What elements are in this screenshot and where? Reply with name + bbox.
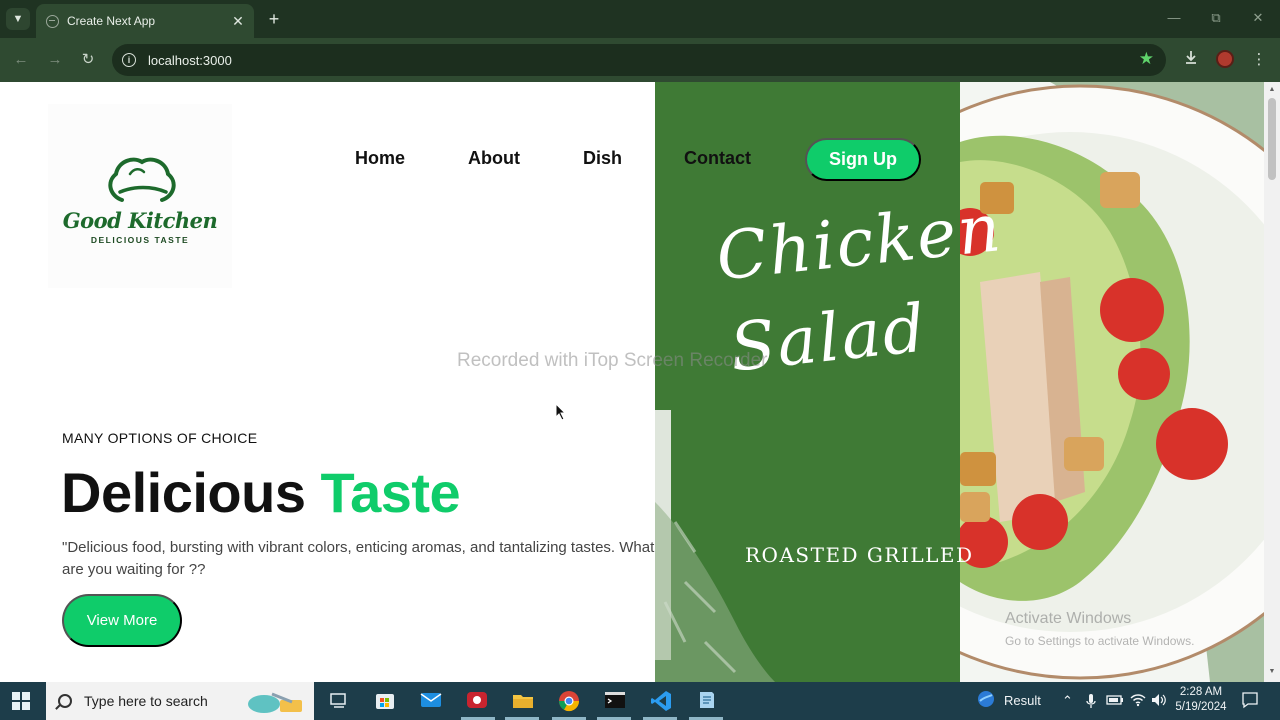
banner-subtitle: ROASTED GRILLED xyxy=(745,543,974,567)
logo-tagline: DELICIOUS TASTE xyxy=(90,235,190,245)
wifi-icon[interactable] xyxy=(1130,693,1146,710)
browser-tab[interactable]: Create Next App ✕ xyxy=(36,4,254,38)
minimize-icon[interactable]: — xyxy=(1164,10,1184,25)
mouse-cursor-icon xyxy=(555,403,567,421)
site-logo[interactable]: Good Kitchen DELICIOUS TASTE xyxy=(48,104,232,288)
browser-toolbar: ← → ↻ i localhost:3000 ★ ⋮ xyxy=(0,38,1280,82)
back-button[interactable]: ← xyxy=(10,49,32,71)
system-clock[interactable]: 2:28 AM 5/19/2024 xyxy=(1172,685,1230,715)
profile-avatar[interactable] xyxy=(1216,50,1234,68)
notepad-icon[interactable] xyxy=(696,690,720,712)
screen-recorder-icon[interactable] xyxy=(466,690,490,712)
tab-search-button[interactable]: ▼ xyxy=(6,8,30,30)
scroll-up-icon[interactable]: ▲ xyxy=(1267,86,1277,93)
scroll-down-icon[interactable]: ▼ xyxy=(1267,668,1277,675)
bookmark-star-icon[interactable]: ★ xyxy=(1139,49,1154,69)
chef-hat-icon xyxy=(108,157,176,202)
window-close-icon[interactable]: ✕ xyxy=(1248,10,1268,26)
forward-button[interactable]: → xyxy=(44,49,66,71)
volume-icon[interactable] xyxy=(1151,693,1167,710)
restore-icon[interactable]: ⧉ xyxy=(1206,10,1226,26)
nav-home[interactable]: Home xyxy=(355,148,405,169)
clock-date: 5/19/2024 xyxy=(1175,701,1227,713)
reload-button[interactable]: ↻ xyxy=(77,49,99,71)
globe-icon xyxy=(46,14,59,28)
file-explorer-icon[interactable] xyxy=(512,690,536,712)
headline-main: Delicious xyxy=(61,461,306,524)
tab-title: Create Next App xyxy=(67,14,156,28)
chrome-icon[interactable] xyxy=(558,690,582,712)
browser-menu-icon[interactable]: ⋮ xyxy=(1248,49,1270,71)
salad-photo xyxy=(960,82,1264,682)
nav-contact[interactable]: Contact xyxy=(684,148,751,169)
search-highlight-icon xyxy=(248,692,302,713)
hero-eyebrow: MANY OPTIONS OF CHOICE xyxy=(62,430,258,446)
view-more-button[interactable]: View More xyxy=(62,594,182,647)
vscode-icon[interactable] xyxy=(650,690,674,712)
nav-about[interactable]: About xyxy=(468,148,520,169)
nav-dish[interactable]: Dish xyxy=(583,148,622,169)
download-icon[interactable] xyxy=(1180,49,1202,71)
recorder-watermark: Recorded with iTop Screen Recorder xyxy=(457,350,768,371)
mail-icon[interactable] xyxy=(420,690,444,712)
battery-icon[interactable] xyxy=(1106,693,1124,710)
search-placeholder: Type here to search xyxy=(84,693,208,709)
web-page: Good Kitchen DELICIOUS TASTE Home About … xyxy=(0,82,1280,682)
weather-icon[interactable] xyxy=(976,689,996,712)
activate-windows-subtitle: Go to Settings to activate Windows. xyxy=(1005,634,1195,648)
headline-accent: Taste xyxy=(320,461,461,524)
scrollbar-thumb[interactable] xyxy=(1268,98,1276,180)
logo-name: Good Kitchen xyxy=(62,208,218,233)
browser-tab-bar: ▼ Create Next App ✕ + — ⧉ ✕ xyxy=(0,0,1280,38)
task-view-icon[interactable] xyxy=(328,690,352,712)
site-info-icon[interactable]: i xyxy=(122,53,136,67)
new-tab-button[interactable]: + xyxy=(264,8,284,30)
clock-time: 2:28 AM xyxy=(1179,686,1223,698)
hero-headline: Delicious Taste xyxy=(61,460,461,525)
signup-button[interactable]: Sign Up xyxy=(805,138,921,181)
activate-windows-title: Activate Windows xyxy=(1005,610,1132,627)
page-scrollbar[interactable]: ▲ ▼ xyxy=(1264,82,1280,682)
taskbar-search[interactable]: Type here to search xyxy=(46,682,314,720)
url-text: localhost:3000 xyxy=(148,52,232,68)
microsoft-store-icon[interactable] xyxy=(374,690,398,712)
search-icon xyxy=(58,694,72,708)
weather-label[interactable]: Result xyxy=(1004,693,1041,708)
terminal-icon[interactable] xyxy=(604,690,628,712)
address-bar[interactable]: i localhost:3000 ★ xyxy=(112,44,1166,76)
close-tab-icon[interactable]: ✕ xyxy=(230,13,246,30)
show-hidden-icons-icon[interactable]: ⌃ xyxy=(1062,693,1073,709)
notifications-icon[interactable] xyxy=(1241,691,1259,712)
hero-description: "Delicious food, bursting with vibrant c… xyxy=(62,539,655,578)
microphone-icon[interactable] xyxy=(1086,693,1096,712)
windows-taskbar: Type here to search Result ⌃ 2:28 AM 5/1… xyxy=(0,682,1280,720)
windows-start-icon[interactable] xyxy=(12,692,30,710)
